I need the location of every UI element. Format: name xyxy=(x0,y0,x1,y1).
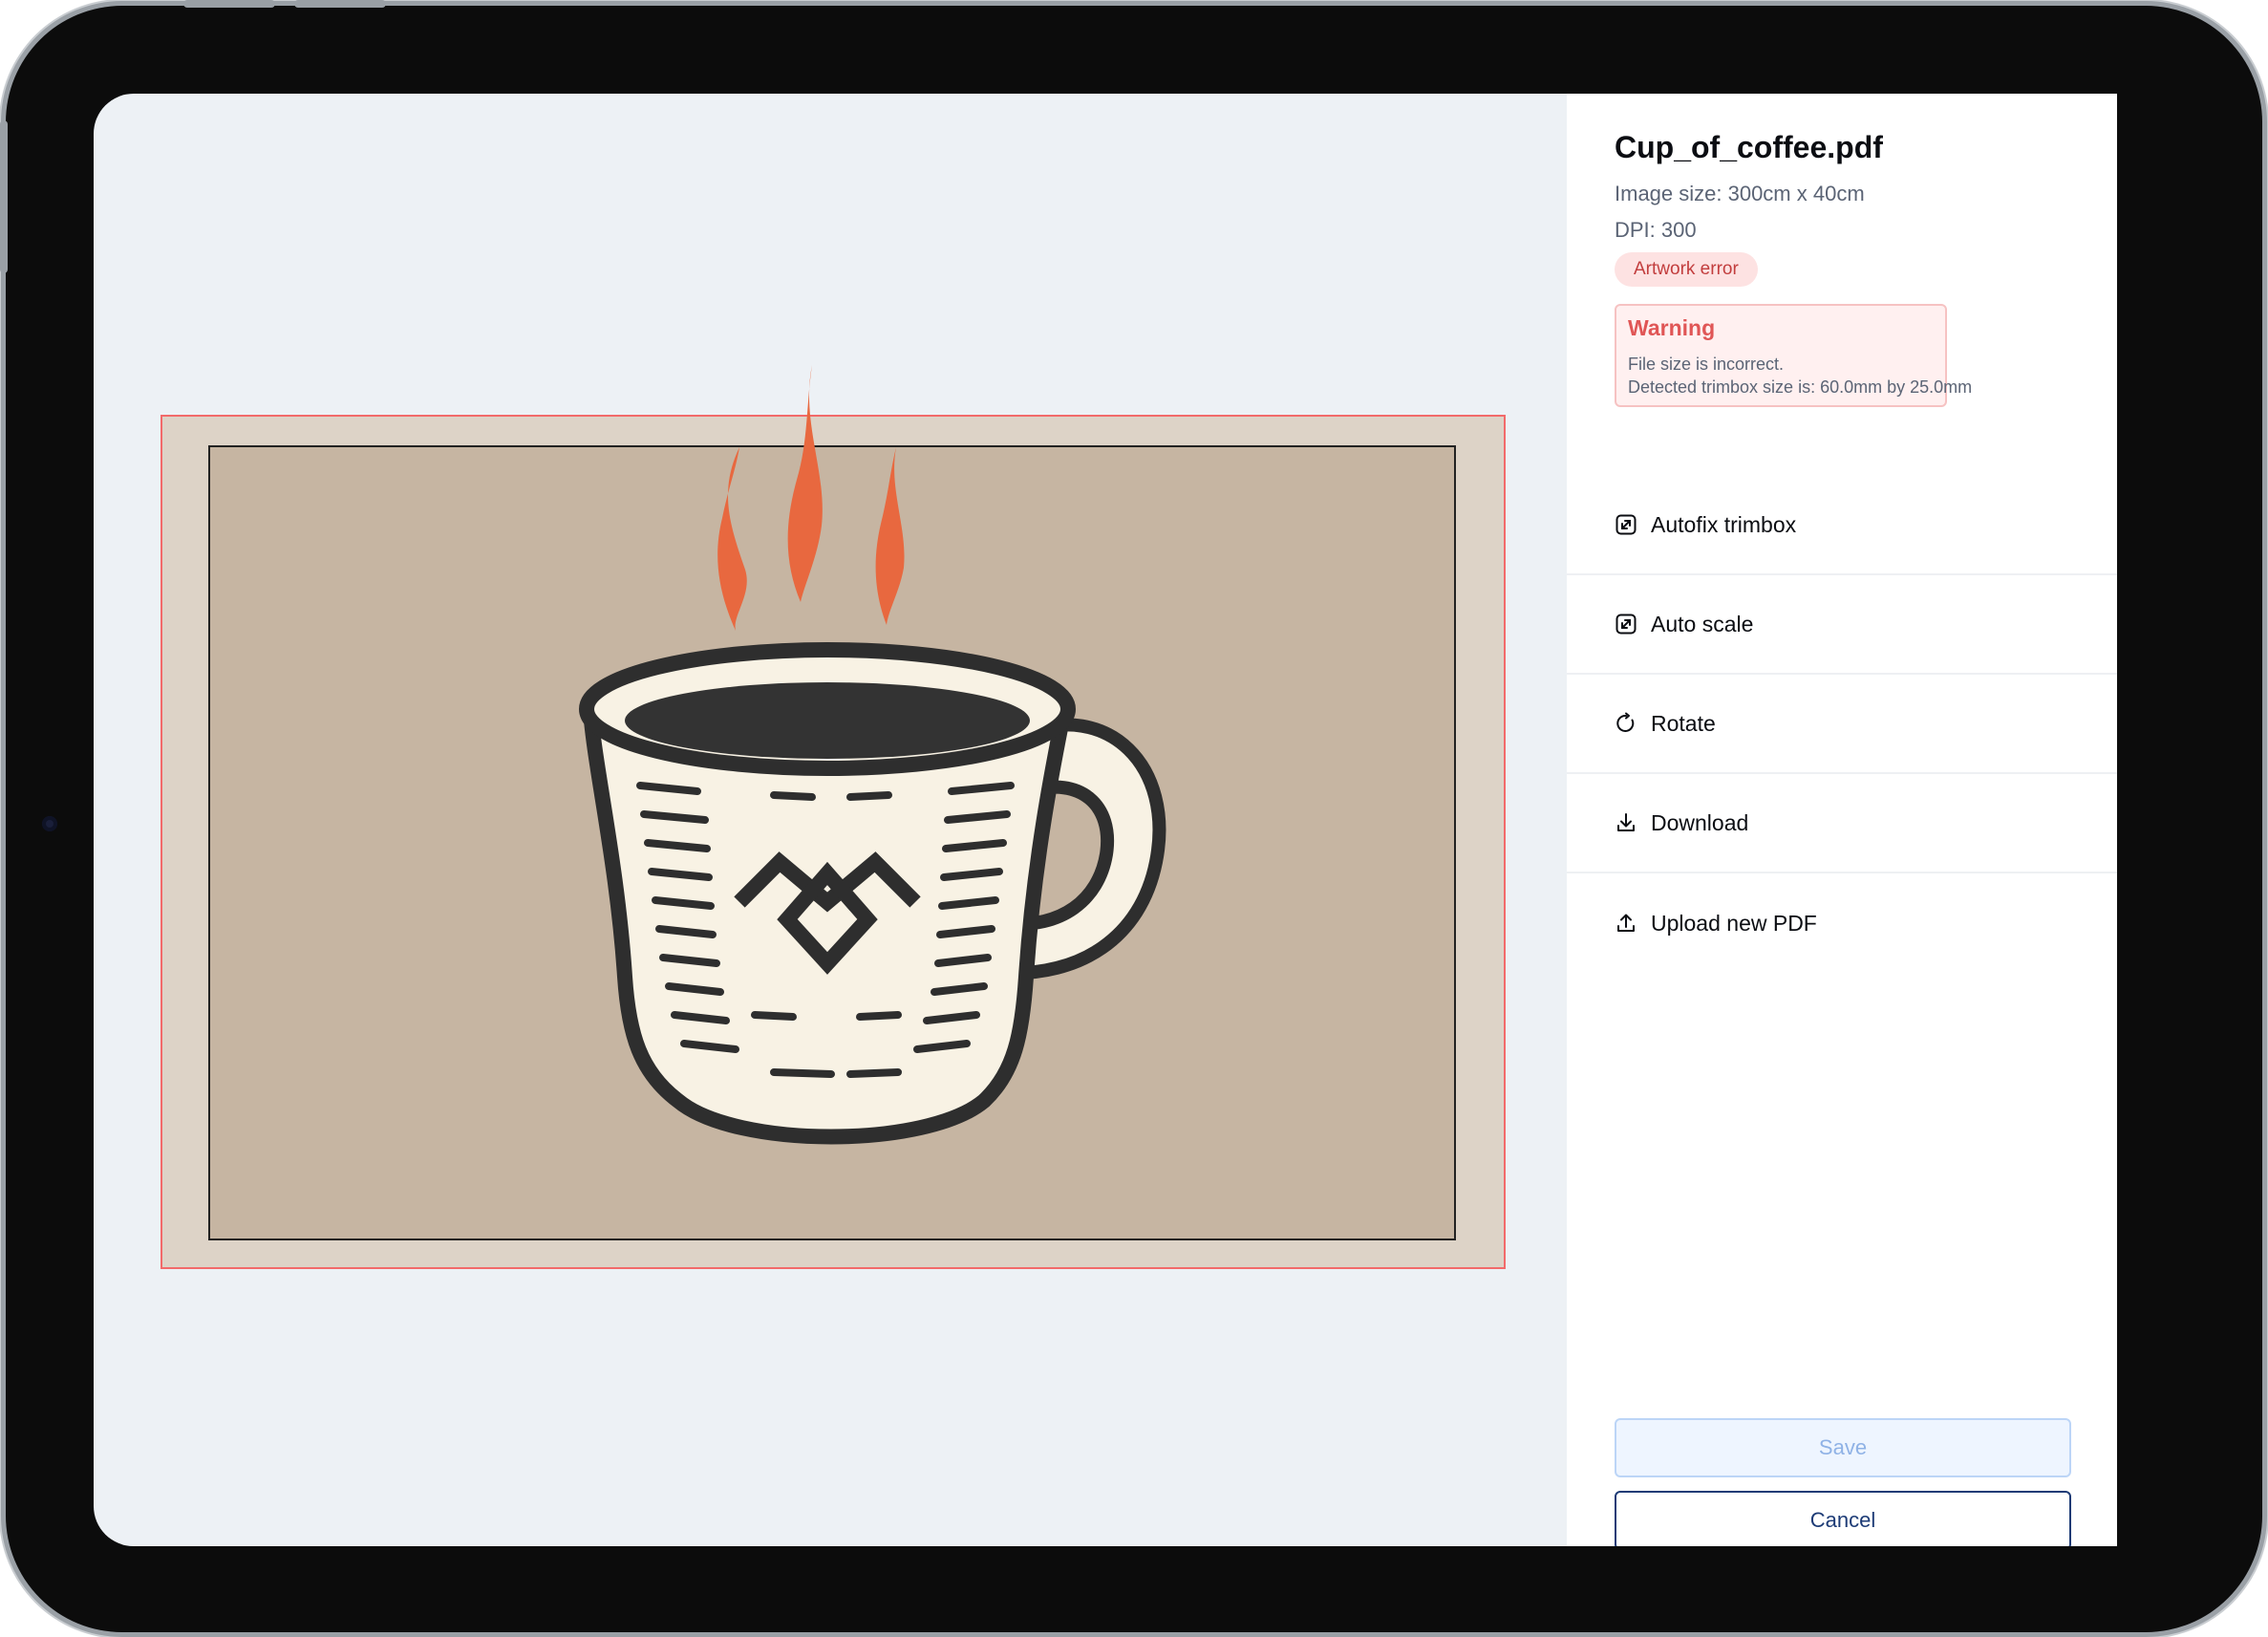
download-action[interactable]: Download xyxy=(1567,774,2117,873)
power-button xyxy=(0,120,8,273)
save-button[interactable]: Save xyxy=(1615,1418,2071,1477)
file-details-panel: Cup_of_coffee.pdf Image size: 300cm x 40… xyxy=(1567,94,2117,1546)
warning-message: File size is incorrect. xyxy=(1628,355,1785,374)
dpi-text: DPI: 300 xyxy=(1615,218,1697,242)
resize-icon xyxy=(1615,614,1637,635)
file-name-title: Cup_of_coffee.pdf xyxy=(1615,130,1883,164)
tablet-frame: Cup_of_coffee.pdf Image size: 300cm x 40… xyxy=(0,0,2262,1632)
artwork-canvas xyxy=(94,94,1567,1546)
action-list: Autofix trimbox Auto scale Rotate Downlo… xyxy=(1567,476,2117,973)
auto-scale-action[interactable]: Auto scale xyxy=(1567,575,2117,675)
action-label: Autofix trimbox xyxy=(1651,511,1797,537)
volume-button xyxy=(183,0,275,8)
rotate-icon xyxy=(1616,712,1635,732)
warning-title: Warning xyxy=(1628,315,1716,340)
cancel-button[interactable]: Cancel xyxy=(1615,1491,2071,1546)
action-label: Upload new PDF xyxy=(1651,910,1817,936)
upload-new-pdf-action[interactable]: Upload new PDF xyxy=(1567,873,2117,973)
autofix-trimbox-action[interactable]: Autofix trimbox xyxy=(1567,476,2117,575)
action-label: Auto scale xyxy=(1651,611,1754,636)
front-camera xyxy=(42,816,57,831)
volume-button xyxy=(294,0,386,8)
action-label: Download xyxy=(1651,809,1749,835)
coffee-cup-artwork xyxy=(579,365,1166,1145)
resize-icon xyxy=(1615,514,1637,535)
warning-box: Warning File size is incorrect. Detected… xyxy=(1615,304,1973,407)
image-size-text: Image size: 300cm x 40cm xyxy=(1615,182,1865,205)
download-icon xyxy=(1617,813,1635,831)
bleed-area xyxy=(160,365,1506,1269)
artwork-error-badge: Artwork error xyxy=(1615,252,1758,287)
action-label: Rotate xyxy=(1651,710,1716,736)
app-screen: Cup_of_coffee.pdf Image size: 300cm x 40… xyxy=(94,94,2117,1546)
rotate-action[interactable]: Rotate xyxy=(1567,675,2117,774)
upload-icon xyxy=(1617,914,1635,932)
warning-trimbox-detail: Detected trimbox size is: 60.0mm by 25.0… xyxy=(1628,377,1973,397)
